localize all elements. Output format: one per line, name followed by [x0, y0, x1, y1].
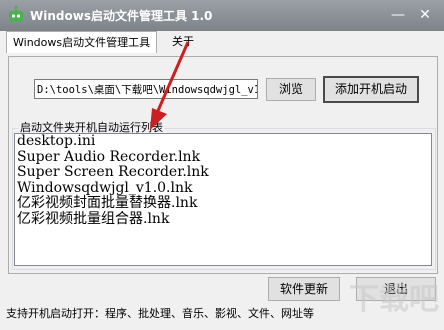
startup-list[interactable]: desktop.ini Super Audio Recorder.lnk Sup… — [14, 133, 432, 266]
tab-about[interactable]: 关于 — [166, 31, 200, 52]
minimize-button[interactable]: — — [389, 6, 407, 24]
tab-bar: Windows启动文件管理工具 关于 — [0, 31, 444, 53]
add-startup-button[interactable]: 添加开机启动 — [323, 76, 419, 103]
title-bar[interactable]: Windows启动文件管理工具 1.0 — ✕ — [0, 0, 444, 31]
browse-button[interactable]: 浏览 — [266, 78, 316, 101]
list-item[interactable]: desktop.ini — [15, 133, 431, 150]
window-title: Windows启动文件管理工具 1.0 — [30, 9, 213, 23]
tab-main[interactable]: Windows启动文件管理工具 — [6, 31, 158, 53]
close-button[interactable]: ✕ — [416, 6, 434, 24]
path-field[interactable]: D:\tools\桌面\下载吧\Windowsqdwjgl_v1 — [34, 79, 258, 99]
update-button[interactable]: 软件更新 — [268, 277, 340, 301]
list-item[interactable]: Windowsqdwjgl_v1.0.lnk — [15, 180, 431, 197]
status-text: 支持开机启动打开：程序、批处理、音乐、影视、文件、网址等 — [6, 307, 314, 320]
list-item[interactable]: 亿彩视频批量组合器.lnk — [15, 211, 431, 228]
list-item[interactable]: 亿彩视频封面批量替换器.lnk — [15, 195, 431, 212]
list-item[interactable]: Super Screen Recorder.lnk — [15, 164, 431, 181]
watermark-logo: 下载吧 — [349, 282, 439, 317]
list-item[interactable]: Super Audio Recorder.lnk — [15, 149, 431, 166]
robot-icon — [9, 5, 23, 22]
